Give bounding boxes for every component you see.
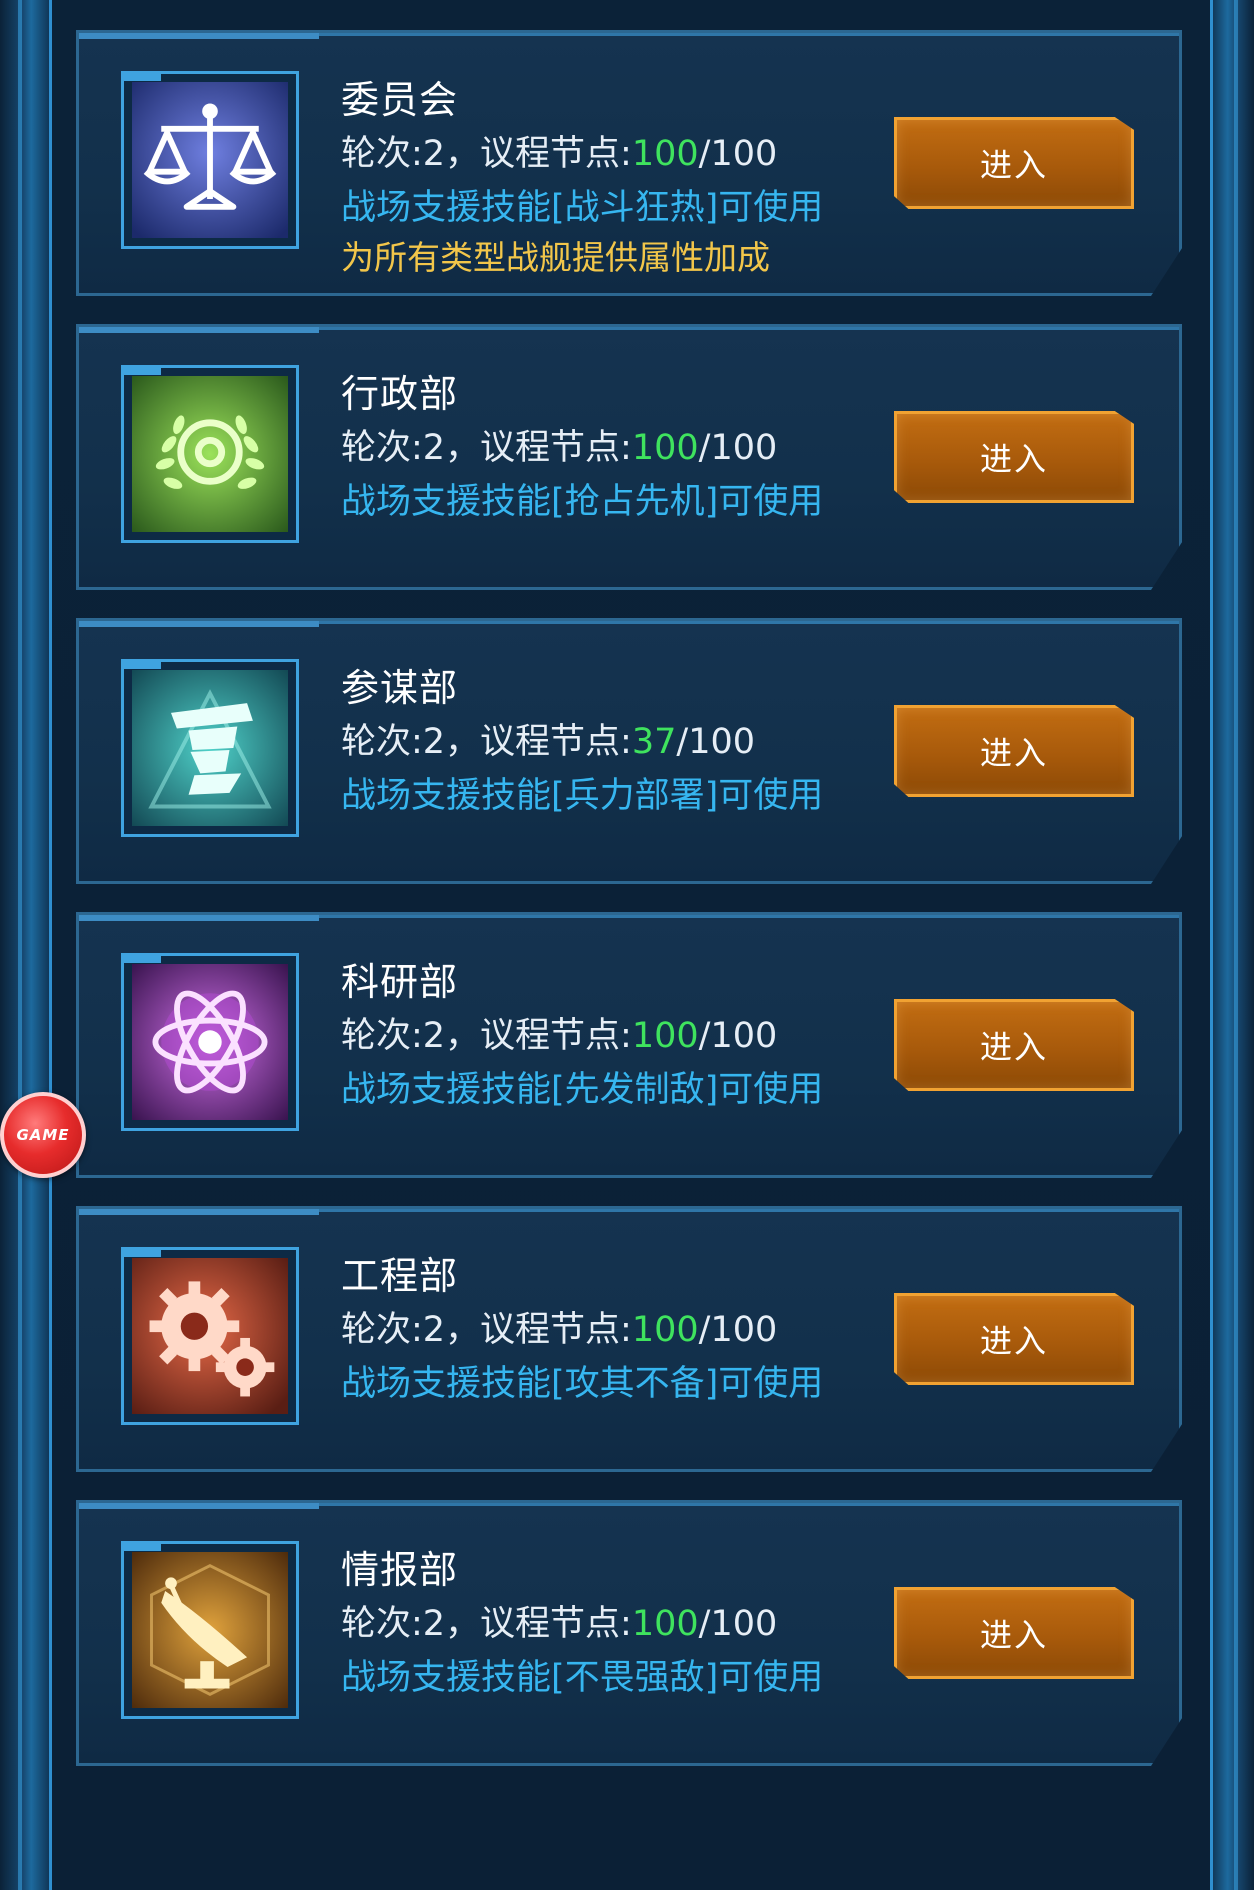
support-skill-status: 战场支援技能[先发制敌]可使用 (341, 1070, 824, 1110)
agenda-node-current: 100 (631, 1016, 699, 1056)
department-title: 科研部 (341, 960, 459, 1004)
department-card-intelligence: 情报部 轮次:2，议程节点:100/100 战场支援技能[不畏强敌]可使用 进入 (76, 1500, 1182, 1766)
department-icon-frame (121, 1541, 299, 1719)
stats-label: 轮次:2，议程节点: (341, 722, 632, 762)
department-icon-frame (121, 1247, 299, 1425)
agenda-node-total: /100 (698, 1016, 778, 1056)
department-card-engineering: 工程部 轮次:2，议程节点:100/100 战场支援技能[攻其不备]可使用 进入 (76, 1206, 1182, 1472)
department-title: 参谋部 (341, 666, 459, 710)
department-icon-frame (121, 365, 299, 543)
scales-icon (132, 82, 288, 238)
department-icon-frame (121, 953, 299, 1131)
stats-label: 轮次:2，议程节点: (341, 1310, 632, 1350)
department-card-committee: 委员会 轮次:2，议程节点:100/100 战场支援技能[战斗狂热]可使用 为所… (76, 30, 1182, 296)
department-title: 情报部 (341, 1548, 459, 1592)
left-frame-rail (0, 0, 52, 1890)
department-stats: 轮次:2，议程节点:100/100 (341, 1301, 777, 1352)
enter-button[interactable]: 进入 (894, 705, 1134, 797)
agenda-node-current: 100 (631, 134, 699, 174)
department-title: 委员会 (341, 78, 459, 122)
department-icon-frame (121, 659, 299, 837)
agenda-node-total: /100 (698, 428, 778, 468)
department-stats: 轮次:2，议程节点:100/100 (341, 1007, 777, 1058)
agenda-node-current: 100 (631, 1604, 699, 1644)
enter-button[interactable]: 进入 (894, 117, 1134, 209)
agenda-node-total: /100 (698, 134, 778, 174)
support-skill-status: 战场支援技能[攻其不备]可使用 (341, 1364, 824, 1404)
stats-label: 轮次:2，议程节点: (341, 1604, 632, 1644)
support-skill-status: 战场支援技能[兵力部署]可使用 (341, 776, 824, 816)
department-stats: 轮次:2，议程节点:100/100 (341, 125, 777, 176)
officer-cap-icon (132, 670, 288, 826)
department-title: 工程部 (341, 1254, 459, 1298)
stats-label: 轮次:2，议程节点: (341, 428, 632, 468)
department-card-staff: 参谋部 轮次:2，议程节点:37/100 战场支援技能[兵力部署]可使用 进入 (76, 618, 1182, 884)
department-title: 行政部 (341, 372, 459, 416)
support-skill-status: 战场支援技能[不畏强敌]可使用 (341, 1658, 824, 1698)
agenda-node-total: /100 (698, 1604, 778, 1644)
department-description: 为所有类型战舰提供属性加成 (341, 238, 770, 277)
floating-game-button[interactable]: GAME (0, 1092, 86, 1178)
department-card-research: 科研部 轮次:2，议程节点:100/100 战场支援技能[先发制敌]可使用 进入 (76, 912, 1182, 1178)
agenda-node-current: 100 (631, 1310, 699, 1350)
agenda-node-total: /100 (676, 722, 756, 762)
enter-button[interactable]: 进入 (894, 411, 1134, 503)
stats-label: 轮次:2，议程节点: (341, 1016, 632, 1056)
atom-icon (132, 964, 288, 1120)
gears-icon (132, 1258, 288, 1414)
department-stats: 轮次:2，议程节点:37/100 (341, 713, 755, 764)
department-card-administration: 行政部 轮次:2，议程节点:100/100 战场支援技能[抢占先机]可使用 进入 (76, 324, 1182, 590)
agenda-node-total: /100 (698, 1310, 778, 1350)
agenda-node-current: 100 (631, 428, 699, 468)
radar-dish-icon (132, 1552, 288, 1708)
agenda-node-current: 37 (631, 722, 677, 762)
enter-button[interactable]: 进入 (894, 999, 1134, 1091)
support-skill-status: 战场支援技能[抢占先机]可使用 (341, 482, 824, 522)
department-stats: 轮次:2，议程节点:100/100 (341, 419, 777, 470)
laurel-emblem-icon (132, 376, 288, 532)
support-skill-status: 战场支援技能[战斗狂热]可使用 (341, 188, 824, 228)
department-icon-frame (121, 71, 299, 249)
enter-button[interactable]: 进入 (894, 1587, 1134, 1679)
right-frame-rail (1210, 0, 1254, 1890)
enter-button[interactable]: 进入 (894, 1293, 1134, 1385)
department-stats: 轮次:2，议程节点:100/100 (341, 1595, 777, 1646)
stats-label: 轮次:2，议程节点: (341, 134, 632, 174)
